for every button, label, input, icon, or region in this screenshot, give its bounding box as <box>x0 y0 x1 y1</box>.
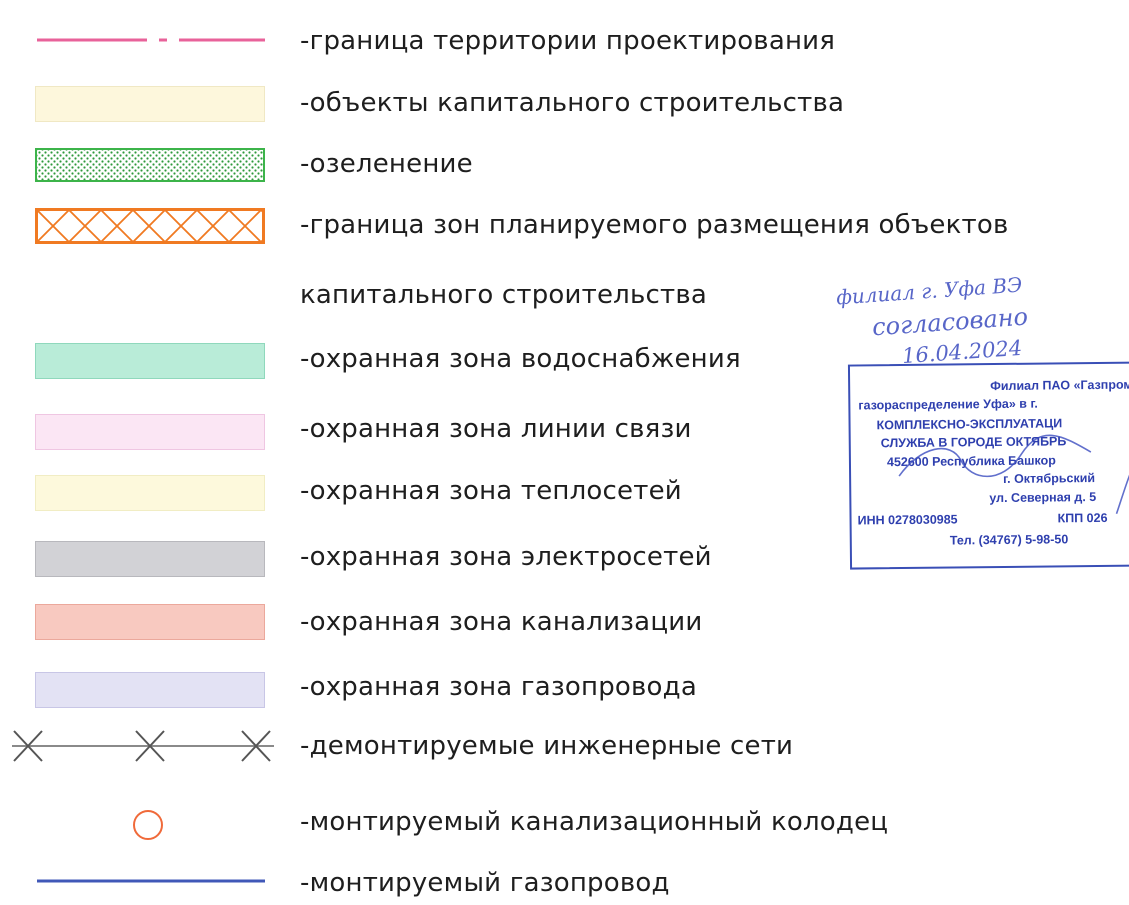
legend-label-gas-zone: -охранная зона газопровода <box>300 672 697 702</box>
planned-zones-border-swatch <box>35 208 265 244</box>
handwritten-note-2: согласовано <box>871 302 1029 342</box>
sewer-well-symbol <box>133 810 163 840</box>
legend-label-greenery: -озеленение <box>300 149 473 179</box>
territory-border-line-symbol <box>37 38 265 42</box>
approval-stamp: Филиал ПАО «Газпром» газораспределение У… <box>847 361 1129 570</box>
capital-construction-swatch <box>35 86 265 122</box>
legend-label-power: -охранная зона электросетей <box>300 542 712 572</box>
heating-network-zone-swatch <box>35 475 265 511</box>
gas-pipeline-line-symbol <box>37 879 265 883</box>
stamp-line-1: Филиал ПАО «Газпром» <box>990 377 1129 394</box>
legend-label-communication: -охранная зона линии связи <box>300 414 692 444</box>
legend-label-sewer: -охранная зона канализации <box>300 607 703 637</box>
legend-label-capital: -объекты капитального строительства <box>300 88 845 118</box>
legend-label-water: -охранная зона водоснабжения <box>300 344 741 374</box>
communication-line-zone-swatch <box>35 414 265 450</box>
legend-label-zones-cont: капитального строительства <box>300 280 708 310</box>
legend-label-zones: -граница зон планируемого размещения объ… <box>300 210 1009 240</box>
legend-label-dismantled: -демонтируемые инженерные сети <box>300 731 794 761</box>
water-supply-zone-swatch <box>35 343 265 379</box>
power-network-zone-swatch <box>35 541 265 577</box>
greenery-swatch <box>35 148 265 182</box>
legend-label-border: -граница территории проектирования <box>300 26 836 56</box>
sewer-zone-swatch <box>35 604 265 640</box>
gas-pipeline-zone-swatch <box>35 672 265 708</box>
dismantled-networks-symbol <box>12 730 274 762</box>
stamp-phone: Тел. (34767) 5-98-50 <box>949 532 1069 548</box>
legend-label-gas-pipeline: -монтируемый газопровод <box>300 868 670 898</box>
legend-label-heating: -охранная зона теплосетей <box>300 476 682 506</box>
signature-mark <box>898 434 1129 515</box>
legend-label-sewer-well: -монтируемый канализационный колодец <box>300 807 889 837</box>
